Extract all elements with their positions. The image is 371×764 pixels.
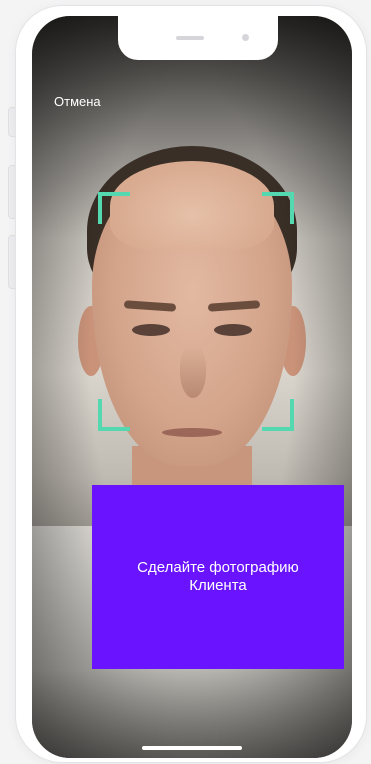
home-indicator[interactable] <box>142 746 242 750</box>
cancel-button[interactable]: Отмена <box>54 94 101 109</box>
photo-prompt-panel: Сделайте фотографию Клиента <box>92 485 344 669</box>
face-frame-corner-top-left <box>98 192 130 224</box>
speaker-grille-icon <box>176 36 204 40</box>
face-frame-corner-bottom-left <box>98 399 130 431</box>
phone-notch <box>118 16 278 60</box>
face-frame-corner-bottom-right <box>262 399 294 431</box>
front-camera-icon <box>242 34 249 41</box>
camera-viewfinder: Отмена Сделайте фотографию Клиента <box>32 16 352 758</box>
face-frame-corner-top-right <box>262 192 294 224</box>
phone-frame: Отмена Сделайте фотографию Клиента <box>16 6 366 762</box>
photo-prompt-text: Сделайте фотографию Клиента <box>137 559 299 594</box>
